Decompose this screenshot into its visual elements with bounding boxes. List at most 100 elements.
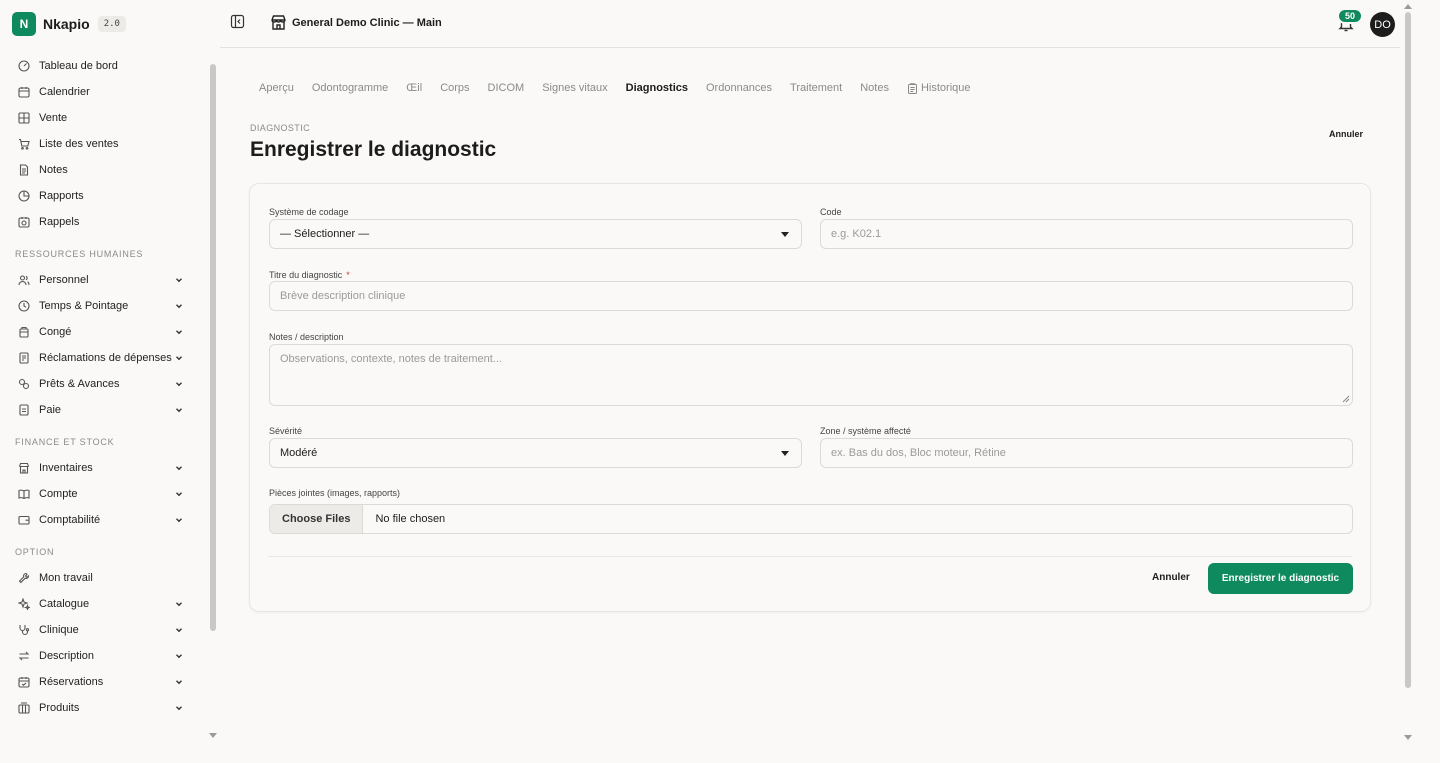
chevron-down-icon [176, 278, 182, 283]
sidebar-item-dashboard[interactable]: Tableau de bord [0, 53, 208, 79]
sidebar-item-description[interactable]: Description [0, 643, 208, 669]
brand[interactable]: N Nkapio 2.0 [12, 12, 126, 36]
avatar[interactable]: DO [1370, 12, 1395, 37]
choose-files-button[interactable]: Choose Files [270, 505, 364, 533]
sidebar-item-payroll[interactable]: Paie [0, 397, 208, 423]
chevron-down-icon [176, 518, 182, 523]
brand-logo: N [12, 12, 36, 36]
tab-diagnostics[interactable]: Diagnostics [626, 82, 688, 94]
sidebar-scroll-down-arrow[interactable] [209, 733, 217, 738]
attachments-file-input[interactable]: Choose Files No file chosen [269, 504, 1353, 534]
sidebar-toggle-icon[interactable] [230, 14, 245, 29]
wallet-icon [18, 514, 30, 526]
sidebar-item-notes[interactable]: Notes [0, 157, 208, 183]
sidebar-item-reports[interactable]: Rapports [0, 183, 208, 209]
tab-treatment[interactable]: Traitement [790, 82, 842, 94]
sidebar-item-reminders[interactable]: Rappels [0, 209, 208, 235]
tab-history[interactable]: Historique [907, 82, 971, 94]
required-mark: * [346, 270, 350, 280]
sidebar-item-reservations[interactable]: Réservations [0, 669, 208, 695]
sidebar-item-loans[interactable]: Prêts & Avances [0, 371, 208, 397]
main-scroll-up-arrow[interactable] [1404, 4, 1412, 9]
code-input[interactable]: e.g. K02.1 [820, 219, 1353, 249]
calendar-check-icon [18, 676, 30, 688]
store-icon [18, 462, 30, 474]
sidebar-item-sale[interactable]: Vente [0, 105, 208, 131]
diagnosis-title-label-text: Titre du diagnostic [269, 270, 343, 280]
chevron-down-icon [176, 330, 182, 335]
chevron-down-icon [176, 706, 182, 711]
chevron-down-icon [176, 356, 182, 361]
tab-prescriptions[interactable]: Ordonnances [706, 82, 772, 94]
sidebar-item-time[interactable]: Temps & Pointage [0, 293, 208, 319]
severity-label: Sévérité [269, 426, 303, 436]
diagnosis-title-input[interactable]: Brève description clinique [269, 281, 1353, 311]
clipboard-icon [907, 82, 917, 94]
sidebar-item-account[interactable]: Compte [0, 481, 208, 507]
chevron-down-icon [176, 680, 182, 685]
save-diagnosis-button[interactable]: Enregistrer le diagnostic [1208, 563, 1353, 594]
chevron-down-icon [176, 654, 182, 659]
brand-name: Nkapio [43, 16, 90, 32]
note-icon [18, 164, 30, 176]
sidebar: N Nkapio 2.0 Tableau de bord Calendrier … [0, 0, 208, 763]
coding-system-select[interactable]: — Sélectionner — [269, 219, 802, 249]
sidebar-item-sales-list[interactable]: Liste des ventes [0, 131, 208, 157]
sidebar-item-products[interactable]: Produits [0, 695, 208, 721]
chevron-down-icon [176, 304, 182, 309]
sidebar-item-inventory[interactable]: Inventaires [0, 455, 208, 481]
payslip-icon [18, 404, 30, 416]
tab-notes[interactable]: Notes [860, 82, 889, 94]
zone-input[interactable]: ex. Bas du dos, Bloc moteur, Rétine [820, 438, 1353, 468]
chevron-down-icon [176, 408, 182, 413]
chevron-down-icon [176, 492, 182, 497]
tab-vitals[interactable]: Signes vitaux [542, 82, 607, 94]
sidebar-item-clinic[interactable]: Clinique [0, 617, 208, 643]
store-icon [271, 15, 286, 30]
sidebar-item-staff[interactable]: Personnel [0, 267, 208, 293]
sparkle-icon [18, 598, 30, 610]
record-tabs: Aperçu Odontogramme Œil Corps DICOM Sign… [259, 82, 989, 94]
header-cancel-button[interactable]: Annuler [1329, 129, 1363, 139]
main-scrollbar[interactable] [1405, 12, 1411, 688]
sidebar-item-accounting[interactable]: Comptabilité [0, 507, 208, 533]
receipt-icon [18, 352, 30, 364]
tab-overview[interactable]: Aperçu [259, 82, 294, 94]
clinic-name[interactable]: General Demo Clinic — Main [292, 17, 442, 29]
tab-eye[interactable]: Œil [406, 82, 422, 94]
calendar-icon [18, 86, 30, 98]
zone-label: Zone / système affecté [820, 426, 911, 436]
diagnosis-title-label: Titre du diagnostic * [269, 270, 350, 280]
sidebar-scrollbar[interactable] [210, 64, 216, 631]
tab-dicom[interactable]: DICOM [488, 82, 525, 94]
coding-system-value: — Sélectionner — [280, 228, 370, 240]
notes-label: Notes / description [269, 332, 344, 342]
version-badge: 2.0 [97, 16, 126, 32]
main-scroll-down-arrow[interactable] [1404, 735, 1412, 740]
tab-body[interactable]: Corps [440, 82, 469, 94]
sidebar-item-calendar[interactable]: Calendrier [0, 79, 208, 105]
users-icon [18, 274, 30, 286]
stethoscope-icon [18, 624, 30, 636]
chevron-down-icon [176, 466, 182, 471]
dropdown-arrow-icon [781, 451, 789, 456]
tab-odontogram[interactable]: Odontogramme [312, 82, 388, 94]
swap-icon [18, 650, 30, 662]
page-title: Enregistrer le diagnostic [250, 138, 497, 161]
code-placeholder: e.g. K02.1 [831, 228, 882, 240]
leave-icon [18, 326, 30, 338]
sidebar-item-leave[interactable]: Congé [0, 319, 208, 345]
dropdown-arrow-icon [781, 232, 789, 237]
sidebar-item-my-work[interactable]: Mon travail [0, 565, 208, 591]
severity-select[interactable]: Modéré [269, 438, 802, 468]
sidebar-item-expense-claims[interactable]: Réclamations de dépenses [0, 345, 208, 371]
attachments-label: Pièces jointes (images, rapports) [269, 488, 401, 498]
notes-textarea[interactable]: Observations, contexte, notes de traitem… [269, 344, 1353, 406]
sidebar-item-catalogue[interactable]: Catalogue [0, 591, 208, 617]
chevron-down-icon [176, 382, 182, 387]
zone-placeholder: ex. Bas du dos, Bloc moteur, Rétine [831, 447, 1006, 459]
cancel-button[interactable]: Annuler [1152, 572, 1190, 583]
resize-handle-icon[interactable] [1342, 395, 1350, 403]
top-header: General Demo Clinic — Main 50 DO [220, 0, 1400, 48]
file-status: No file chosen [375, 513, 446, 525]
